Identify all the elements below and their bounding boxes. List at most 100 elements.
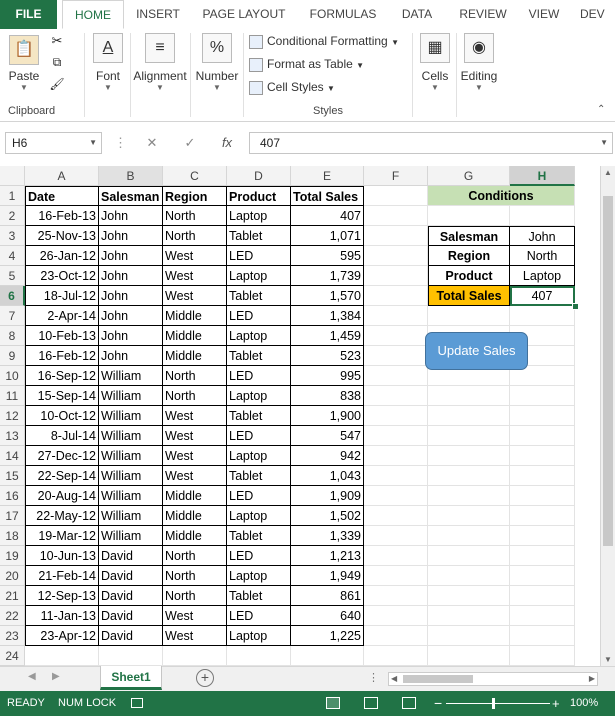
row-header-3[interactable]: 3 <box>0 226 25 246</box>
table-cell[interactable]: 1,071 <box>291 226 364 246</box>
table-cell[interactable]: 1,502 <box>291 506 364 526</box>
table-cell[interactable]: LED <box>227 306 291 326</box>
table-cell[interactable]: John <box>99 346 163 366</box>
table-cell[interactable]: Laptop <box>227 386 291 406</box>
grid-cell[interactable] <box>364 286 428 306</box>
table-cell[interactable]: 640 <box>291 606 364 626</box>
table-cell[interactable]: 1,459 <box>291 326 364 346</box>
table-cell[interactable]: LED <box>227 246 291 266</box>
table-cell[interactable]: West <box>163 246 227 266</box>
grid-cell[interactable] <box>364 366 428 386</box>
zoom-slider-handle[interactable] <box>492 698 495 709</box>
table-cell[interactable]: Laptop <box>227 506 291 526</box>
grid-cell[interactable] <box>364 446 428 466</box>
table-cell[interactable]: 22-May-12 <box>25 506 99 526</box>
table-cell[interactable]: Middle <box>163 306 227 326</box>
grid-cell[interactable] <box>364 346 428 366</box>
table-cell[interactable]: David <box>99 566 163 586</box>
table-cell[interactable]: John <box>99 306 163 326</box>
row-header-24[interactable]: 24 <box>0 646 25 666</box>
table-cell[interactable]: 1,339 <box>291 526 364 546</box>
alignment-button[interactable]: ≡ Alignment ▼ <box>132 33 188 93</box>
row-header-11[interactable]: 11 <box>0 386 25 406</box>
grid-cell[interactable] <box>428 546 510 566</box>
table-cell[interactable]: 10-Feb-13 <box>25 326 99 346</box>
grid-cell[interactable] <box>364 326 428 346</box>
table-cell[interactable]: 23-Oct-12 <box>25 266 99 286</box>
table-cell[interactable]: Middle <box>163 326 227 346</box>
table-cell[interactable]: William <box>99 426 163 446</box>
table-cell[interactable]: 2-Apr-14 <box>25 306 99 326</box>
column-header-b[interactable]: B <box>99 166 163 186</box>
tab-formulas[interactable]: FORMULAS <box>302 0 384 29</box>
horizontal-scrollbar[interactable]: ◀ ▶ <box>388 672 598 686</box>
column-header-g[interactable]: G <box>428 166 510 186</box>
tab-home[interactable]: HOME <box>62 0 124 29</box>
enter-icon[interactable]: ✓ <box>180 133 200 153</box>
grid-cell[interactable] <box>364 426 428 446</box>
table-cell[interactable]: LED <box>227 426 291 446</box>
table-cell[interactable]: Tablet <box>227 226 291 246</box>
font-button[interactable]: A Font ▼ <box>90 33 126 93</box>
table-cell[interactable]: 22-Sep-14 <box>25 466 99 486</box>
cells-button[interactable]: ▦ Cells ▼ <box>418 33 452 93</box>
table-cell[interactable]: 861 <box>291 586 364 606</box>
table-cell[interactable]: 18-Jul-12 <box>25 286 99 306</box>
table-cell[interactable]: North <box>163 546 227 566</box>
zoom-in-icon[interactable]: + <box>552 691 560 716</box>
table-cell[interactable]: 16-Feb-13 <box>25 206 99 226</box>
grid-cell[interactable] <box>163 646 227 666</box>
table-cell[interactable]: North <box>163 566 227 586</box>
grid-cell[interactable] <box>428 426 510 446</box>
column-header-a[interactable]: A <box>25 166 99 186</box>
grid-cell[interactable] <box>364 466 428 486</box>
table-cell[interactable]: West <box>163 606 227 626</box>
grid-cell[interactable] <box>364 566 428 586</box>
condition-value[interactable]: Laptop <box>510 266 575 286</box>
select-all-corner[interactable] <box>0 166 25 186</box>
grid-cell[interactable] <box>364 586 428 606</box>
table-cell[interactable]: Laptop <box>227 446 291 466</box>
table-cell[interactable]: 1,213 <box>291 546 364 566</box>
table-header-cell[interactable]: Product <box>227 186 291 206</box>
grid-cell[interactable] <box>364 186 428 206</box>
table-cell[interactable]: John <box>99 326 163 346</box>
column-header-e[interactable]: E <box>291 166 364 186</box>
editing-button[interactable]: ◉ Editing ▼ <box>458 33 500 93</box>
row-header-13[interactable]: 13 <box>0 426 25 446</box>
grid-cell[interactable] <box>364 246 428 266</box>
grid-cell[interactable] <box>364 266 428 286</box>
table-cell[interactable]: 1,570 <box>291 286 364 306</box>
grid-cell[interactable] <box>428 586 510 606</box>
row-header-12[interactable]: 12 <box>0 406 25 426</box>
table-header-cell[interactable]: Total Sales <box>291 186 364 206</box>
new-sheet-icon[interactable]: + <box>196 669 214 687</box>
cancel-icon[interactable]: ✕ <box>142 133 162 153</box>
column-header-c[interactable]: C <box>163 166 227 186</box>
grid-cell[interactable] <box>428 406 510 426</box>
name-box[interactable]: H6 ▼ <box>5 132 102 154</box>
row-header-19[interactable]: 19 <box>0 546 25 566</box>
table-cell[interactable]: West <box>163 466 227 486</box>
column-header-f[interactable]: F <box>364 166 428 186</box>
table-cell[interactable]: Laptop <box>227 626 291 646</box>
row-header-5[interactable]: 5 <box>0 266 25 286</box>
grid-cell[interactable] <box>510 646 575 666</box>
table-cell[interactable]: Tablet <box>227 586 291 606</box>
table-cell[interactable]: 12-Sep-13 <box>25 586 99 606</box>
grid-cell[interactable] <box>510 586 575 606</box>
grid-cell[interactable] <box>364 486 428 506</box>
table-cell[interactable]: 1,900 <box>291 406 364 426</box>
grid-cell[interactable] <box>428 606 510 626</box>
grid-cell[interactable] <box>25 646 99 666</box>
scroll-down-icon[interactable]: ▼ <box>604 655 612 664</box>
table-cell[interactable]: William <box>99 526 163 546</box>
vertical-scrollbar[interactable]: ▲ ▼ <box>600 166 615 666</box>
row-header-6[interactable]: 6 <box>0 286 25 306</box>
copy-icon[interactable]: ⧉ <box>48 55 66 73</box>
grid-cell[interactable] <box>428 466 510 486</box>
grid-cell[interactable] <box>364 406 428 426</box>
table-cell[interactable]: 25-Nov-13 <box>25 226 99 246</box>
table-cell[interactable]: Tablet <box>227 526 291 546</box>
table-cell[interactable]: 995 <box>291 366 364 386</box>
